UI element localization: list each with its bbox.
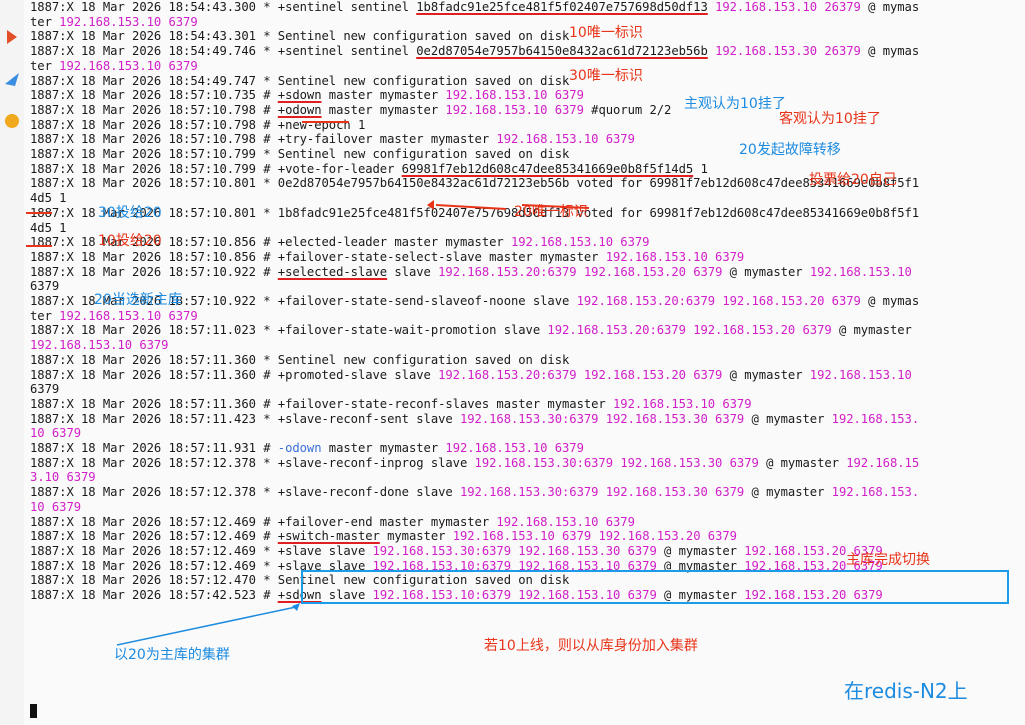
annotation-cluster-with-20: 以20为主库的集群	[114, 647, 230, 663]
terminal-window[interactable]: 1887:X 18 Mar 2026 18:54:43.300 * +senti…	[24, 0, 1025, 725]
terminal-line: ter 192.168.153.10 6379	[30, 14, 198, 29]
annotation-30-unique-id: 30唯一标识	[569, 68, 643, 84]
annotation-10-unique-id: 10唯一标识	[569, 25, 643, 41]
terminal-line: 1887:X 18 Mar 2026 18:54:49.746 * +senti…	[30, 44, 920, 59]
terminal-line: 4d5 1	[30, 191, 67, 206]
terminal-line: 1887:X 18 Mar 2026 18:57:11.423 * +slave…	[30, 411, 920, 426]
terminal-line: 1887:X 18 Mar 2026 18:57:10.798 # +new-e…	[30, 117, 366, 132]
left-taskbar-strip	[0, 0, 24, 725]
terminal-line: 1887:X 18 Mar 2026 18:57:10.799 * Sentin…	[30, 147, 570, 161]
terminal-line: ter 192.168.153.10 6379	[30, 58, 198, 73]
terminal-line: 1887:X 18 Mar 2026 18:57:10.798 # +try-f…	[30, 132, 635, 147]
terminal-line: 10 6379	[30, 426, 82, 441]
terminal-line: 6379	[30, 279, 60, 294]
terminal-line: 1887:X 18 Mar 2026 18:54:43.300 * +senti…	[30, 0, 920, 14]
terminal-line: 1887:X 18 Mar 2026 18:57:12.378 * +slave…	[30, 455, 920, 470]
app-icon-blue[interactable]	[3, 70, 21, 88]
app-icon-red[interactable]	[3, 28, 21, 46]
annotation-subjective-down: 主观认为10挂了	[684, 96, 786, 112]
terminal-line: 1887:X 18 Mar 2026 18:57:11.023 * +failo…	[30, 323, 912, 338]
terminal-line: 1887:X 18 Mar 2026 18:57:10.735 # +sdown…	[30, 88, 584, 103]
terminal-line: 4d5 1	[30, 220, 67, 235]
terminal-line: 1887:X 18 Mar 2026 18:57:10.799 # +vote-…	[30, 161, 708, 176]
annotation-10-votes-20: 10投给20	[98, 233, 162, 249]
terminal-line: 1887:X 18 Mar 2026 18:57:12.378 * +slave…	[30, 485, 920, 500]
terminal-line: 1887:X 18 Mar 2026 18:57:10.798 # +odown…	[30, 102, 672, 117]
terminal-line: 1887:X 18 Mar 2026 18:57:11.931 # -odown…	[30, 441, 584, 455]
annotation-selected-new-master: 20当选新主库	[94, 292, 182, 308]
annotation-30-votes-20: 30投给20	[98, 205, 162, 221]
terminal-line: 1887:X 18 Mar 2026 18:57:10.856 # +failo…	[30, 249, 745, 264]
terminal-line: ter 192.168.153.10 6379	[30, 308, 198, 323]
terminal-line: 1887:X 18 Mar 2026 18:54:49.747 * Sentin…	[30, 73, 570, 88]
terminal-line: 6379	[30, 382, 60, 397]
annotation-switch-done: 主库完成切换	[846, 552, 930, 568]
terminal-line: 1887:X 18 Mar 2026 18:57:12.469 # +failo…	[30, 514, 635, 529]
terminal-line: 1887:X 18 Mar 2026 18:57:10.801 * 0e2d87…	[30, 176, 920, 191]
arrow-cluster	[116, 606, 297, 646]
annotation-start-failover: 20发起故障转移	[739, 142, 841, 158]
terminal-line: 192.168.153.10 6379	[30, 338, 169, 353]
annotation-vote-self: 投票给20自己	[809, 172, 897, 188]
app-icon-yellow[interactable]	[3, 112, 21, 130]
switch-highlight-box	[301, 570, 1009, 604]
terminal-line: 3.10 6379	[30, 470, 96, 485]
annotation-objective-down: 客观认为10挂了	[779, 111, 881, 127]
terminal-line: 1887:X 18 Mar 2026 18:57:12.469 # +switc…	[30, 529, 737, 544]
terminal-line: 10 6379	[30, 499, 82, 514]
terminal-line: 1887:X 18 Mar 2026 18:57:11.360 # +promo…	[30, 367, 912, 382]
terminal-line: 1887:X 18 Mar 2026 18:57:12.469 * +slave…	[30, 543, 883, 558]
terminal-line: 1887:X 18 Mar 2026 18:57:10.922 # +selec…	[30, 264, 912, 279]
terminal-line: 1887:X 18 Mar 2026 18:57:11.360 * Sentin…	[30, 352, 570, 367]
terminal-line: 1887:X 18 Mar 2026 18:57:10.801 * 1b8fad…	[30, 205, 920, 220]
annotation-on-node: 在redis-N2上	[844, 679, 968, 703]
terminal-cursor	[30, 704, 37, 718]
terminal-line: 1887:X 18 Mar 2026 18:54:43.301 * Sentin…	[30, 29, 570, 44]
terminal-line: 1887:X 18 Mar 2026 18:57:11.360 # +failo…	[30, 396, 752, 411]
annotation-20-unique-id: 20唯一标识	[514, 204, 588, 220]
annotation-rejoin-as-slave: 若10上线，则以从库身份加入集群	[484, 638, 698, 654]
